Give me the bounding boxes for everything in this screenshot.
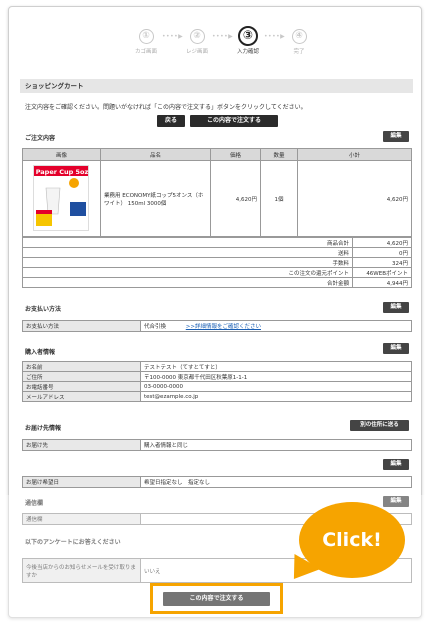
- item-subtotal: 4,620円: [297, 160, 412, 237]
- step-indicator: ① カゴ画面 ••••▶ ② レジ画面 ••••▶ ③ 入力確認 ••••▶ ④…: [9, 26, 421, 69]
- step-1-label: カゴ画面: [134, 49, 157, 55]
- col-image: 画像: [22, 148, 101, 161]
- order-button-highlight: [150, 583, 283, 614]
- order-heading: ご注文内容: [25, 135, 56, 142]
- buyer-row: メールアドレス test@ezample.co.jp: [22, 391, 412, 402]
- buyer-value: テストテスト（てすとてすと）: [140, 361, 412, 372]
- send-other-address-button[interactable]: 別の住所に送る: [350, 420, 409, 431]
- date-value: 希望日指定なし 指定なし: [140, 476, 412, 488]
- summary-label: 送料: [22, 247, 353, 258]
- summary-label: 合計金額: [22, 277, 353, 288]
- summary-label: 商品合計: [22, 237, 353, 248]
- payment-heading: お支払い方法: [25, 306, 62, 313]
- delivery-heading: お届け先情報: [25, 425, 62, 432]
- buyer-row: お名前 テストテスト（てすとてすと）: [22, 361, 412, 372]
- step-2-icon: ②: [189, 29, 205, 44]
- summary-value: 324円: [352, 257, 412, 268]
- buyer-value: 〒100-0000 東京都千代田区秋葉原1-1-1: [140, 371, 412, 382]
- summary-row: この注文の還元ポイント 46WEBポイント: [22, 267, 412, 278]
- date-label: お届け希望日: [22, 476, 141, 488]
- order-edit-button[interactable]: 編集: [383, 131, 409, 142]
- buyer-edit-button[interactable]: 編集: [383, 343, 409, 354]
- step-4-label: 完了: [293, 49, 305, 55]
- step-cart: ① カゴ画面: [126, 29, 166, 55]
- delivery-date-table: お届け希望日 希望日指定なし 指定なし: [22, 476, 412, 488]
- step-2-label: レジ画面: [185, 49, 208, 55]
- summary-row: 合計金額 4,944円: [22, 277, 412, 288]
- step-1-icon: ①: [138, 29, 154, 44]
- summary-label: 手数料: [22, 257, 353, 268]
- item-qty: 1個: [260, 160, 298, 237]
- dest-label: お届け先: [22, 439, 141, 451]
- order-item-row: Paper Cup 5oz 業務用 ECONOMY紙コップ5オンス（ホワイト） …: [22, 160, 412, 237]
- delivery-edit-button[interactable]: 編集: [383, 459, 409, 470]
- buyer-value: 03-0000-0000: [140, 381, 412, 392]
- summary-value: 46WEBポイント: [352, 267, 412, 278]
- summary-value: 4,944円: [352, 277, 412, 288]
- step-4-icon: ④: [291, 29, 307, 44]
- summary-row: 商品合計 4,620円: [22, 237, 412, 248]
- step-3-icon: ③: [238, 26, 258, 46]
- summary-value: 4,620円: [352, 237, 412, 248]
- product-image-title: Paper Cup 5oz: [36, 168, 89, 176]
- item-price: 4,620円: [210, 160, 261, 237]
- summary-row: 送料 0円: [22, 247, 412, 258]
- buyer-label: お名前: [22, 361, 141, 372]
- order-button-top[interactable]: この内容で注文する: [190, 115, 278, 127]
- payment-edit-button[interactable]: 編集: [383, 302, 409, 313]
- dest-value: 購入者情報と同じ: [140, 439, 412, 451]
- summary-row: 手数料 324円: [22, 257, 412, 268]
- col-qty: 数量: [260, 148, 298, 161]
- buyer-label: ご住所: [22, 371, 141, 382]
- col-name: 品名: [100, 148, 211, 161]
- click-callout: Click!: [299, 502, 405, 578]
- buyer-label: お電話番号: [22, 381, 141, 392]
- cart-title: ショッピングカート: [20, 79, 413, 93]
- step-complete: ④ 完了: [279, 29, 319, 55]
- order-table: 画像 品名 価格 数量 小計 Paper Cup 5oz 業務用 ECONOMY…: [22, 148, 412, 237]
- summary-value: 0円: [352, 247, 412, 258]
- buyer-row: ご住所 〒100-0000 東京都千代田区秋葉原1-1-1: [22, 371, 412, 382]
- back-button[interactable]: 戻る: [157, 115, 185, 127]
- item-name: 業務用 ECONOMY紙コップ5オンス（ホワイト） 150ml 3000個: [100, 160, 211, 237]
- col-subtotal: 小計: [297, 148, 412, 161]
- step-register: ② レジ画面: [177, 29, 217, 55]
- buyer-table: お名前 テストテスト（てすとてすと） ご住所 〒100-0000 東京都千代田区…: [22, 361, 412, 402]
- buyer-label: メールアドレス: [22, 391, 141, 402]
- product-image[interactable]: Paper Cup 5oz: [33, 165, 89, 231]
- step-confirm: ③ 入力確認: [228, 26, 268, 55]
- instruction-text: 注文内容をご確認ください。問題いがなければ「この内容で注文する」ボタンをクリック…: [25, 104, 307, 111]
- buyer-value: test@ezample.co.jp: [140, 391, 412, 402]
- payment-label: お支払い方法: [22, 320, 141, 332]
- step-3-label: 入力確認: [236, 49, 259, 55]
- col-price: 価格: [210, 148, 261, 161]
- payment-table: お支払い方法 代合引換 >>詳細情報をご確認ください: [22, 320, 412, 332]
- payment-details-link[interactable]: >>詳細情報をご確認ください: [186, 324, 261, 330]
- delivery-dest-table: お届け先 購入者情報と同じ: [22, 439, 412, 451]
- order-summary: 商品合計 4,620円 送料 0円 手数料 324円 この注文の還元ポイント 4…: [22, 237, 412, 288]
- buyer-heading: 購入者情報: [25, 349, 56, 356]
- summary-label: この注文の還元ポイント: [22, 267, 353, 278]
- buyer-row: お電話番号 03-0000-0000: [22, 381, 412, 392]
- payment-value-cell: 代合引換 >>詳細情報をご確認ください: [140, 320, 412, 332]
- item-image-cell: Paper Cup 5oz: [22, 160, 101, 237]
- payment-value: 代合引換: [144, 324, 167, 330]
